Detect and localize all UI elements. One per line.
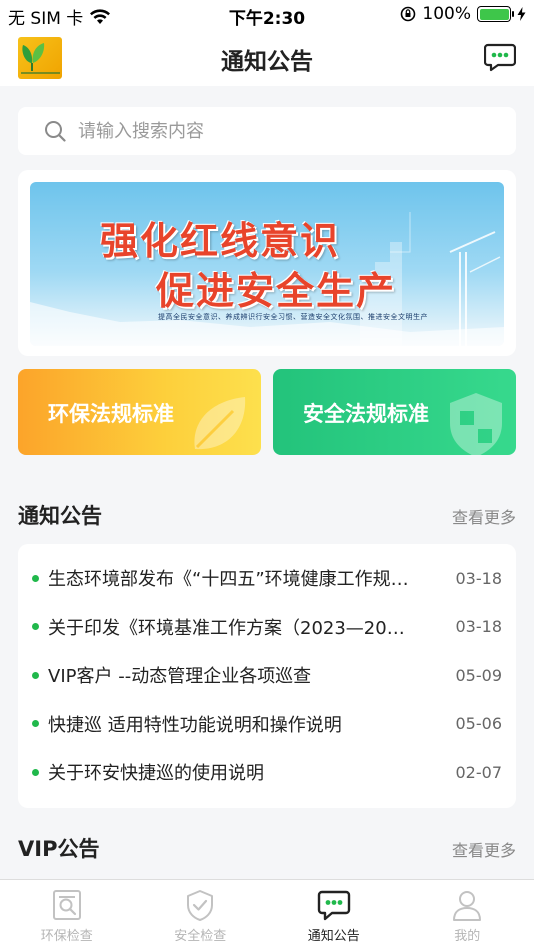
battery-percent: 100% <box>422 4 471 24</box>
notice-date: 05-09 <box>455 665 503 685</box>
vip-more-link[interactable]: 查看更多 <box>452 837 516 861</box>
env-regulations-label: 环保法规标准 <box>48 402 174 426</box>
search-bar[interactable] <box>18 107 516 155</box>
tab-notices[interactable]: 通知公告 <box>267 880 401 950</box>
tab-safety-check[interactable]: 安全检查 <box>134 880 268 950</box>
bullet-dot <box>32 574 39 582</box>
notice-title: VIP客户 --动态管理企业各项巡查 <box>48 666 312 688</box>
bullet-dot <box>32 623 39 631</box>
rotation-lock-icon <box>401 6 416 22</box>
search-input[interactable] <box>78 120 458 142</box>
chat-bubble-icon <box>317 890 350 921</box>
notice-title: 关于印发《环境基准工作方案（2023—2025年）》的通知 <box>48 617 413 639</box>
tab-label: 安全检查 <box>174 929 227 944</box>
page-title: 通知公告 <box>221 49 313 75</box>
status-right: 100% <box>400 4 526 24</box>
notices-section-title: 通知公告 <box>18 504 102 528</box>
search-icon <box>45 121 66 142</box>
tab-bar: 环保检查 安全检查 通知公告 我的 <box>0 879 534 950</box>
shield-icon <box>450 393 502 455</box>
banner-card[interactable]: 强化红线意识 促进安全生产 提高全民安全意识、养成辨识行安全习惯、营造安全文化氛… <box>18 170 516 356</box>
notice-title: 生态环境部发布《“十四五”环境健康工作规划》 <box>48 569 413 591</box>
notice-date: 05-06 <box>455 714 503 734</box>
env-check-icon <box>52 890 81 920</box>
safety-regulations-card[interactable]: 安全法规标准 <box>273 369 516 455</box>
notice-date: 02-07 <box>455 762 503 782</box>
notice-date: 03-18 <box>455 617 503 637</box>
banner-headline-2: 促进安全生产 <box>156 269 397 313</box>
user-icon <box>453 891 482 921</box>
nav-bar: 通知公告 <box>0 30 534 86</box>
list-item[interactable]: 关于环安快捷巡的使用说明 02-07 <box>18 748 516 797</box>
shield-check-icon <box>187 890 214 921</box>
tab-label: 通知公告 <box>307 929 360 944</box>
battery-icon <box>477 6 514 22</box>
notice-list: 生态环境部发布《“十四五”环境健康工作规划》 03-18 关于印发《环境基准工作… <box>18 544 516 808</box>
tab-me[interactable]: 我的 <box>401 880 534 950</box>
env-regulations-card[interactable]: 环保法规标准 <box>18 369 261 455</box>
notice-title: 快捷巡 适用特性功能说明和操作说明 <box>48 714 342 736</box>
tab-env-check[interactable]: 环保检查 <box>0 880 134 950</box>
list-item[interactable]: 快捷巡 适用特性功能说明和操作说明 05-06 <box>18 700 516 749</box>
vip-section-header: VIP公告 查看更多 <box>18 833 516 863</box>
banner-headline-1: 强化红线意识 <box>100 219 341 263</box>
message-icon[interactable] <box>484 42 516 72</box>
banner-image[interactable]: 强化红线意识 促进安全生产 提高全民安全意识、养成辨识行安全习惯、营造安全文化氛… <box>30 182 504 346</box>
notices-section-header: 通知公告 查看更多 <box>18 500 516 530</box>
banner-subtitle: 提高全民安全意识、养成辨识行安全习惯、营造安全文化氛围、推进安全文明生产 <box>158 313 428 321</box>
notice-title: 关于环安快捷巡的使用说明 <box>48 763 264 785</box>
vip-section-title: VIP公告 <box>18 837 100 861</box>
notice-date: 03-18 <box>455 568 503 588</box>
leaf-icon <box>194 397 246 450</box>
battery-fill <box>479 8 509 20</box>
list-item[interactable]: 生态环境部发布《“十四五”环境健康工作规划》 03-18 <box>18 554 516 603</box>
bullet-dot <box>32 671 39 679</box>
bullet-dot <box>32 720 39 728</box>
bullet-dot <box>32 768 39 776</box>
tab-label: 环保检查 <box>40 929 93 944</box>
safety-regulations-label: 安全法规标准 <box>303 402 429 426</box>
list-item[interactable]: VIP客户 --动态管理企业各项巡查 05-09 <box>18 651 516 700</box>
list-item[interactable]: 关于印发《环境基准工作方案（2023—2025年）》的通知 03-18 <box>18 603 516 652</box>
tab-label: 我的 <box>454 929 481 944</box>
status-bar: 无 SIM 卡 下午2:30 100% <box>0 0 534 30</box>
notices-more-link[interactable]: 查看更多 <box>452 504 516 528</box>
charging-icon <box>517 7 526 21</box>
